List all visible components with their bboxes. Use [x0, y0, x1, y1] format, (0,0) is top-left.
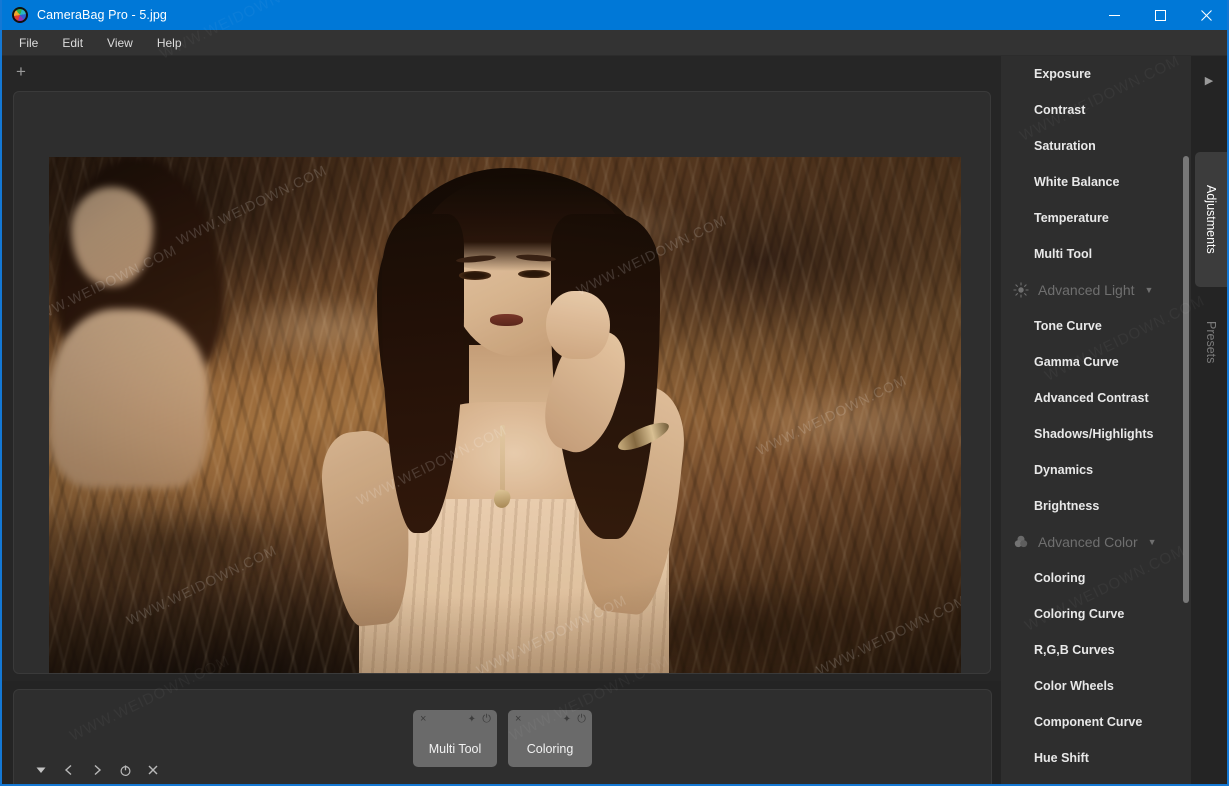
minimize-button[interactable] — [1091, 0, 1137, 30]
maximize-button[interactable] — [1137, 0, 1183, 30]
previous-icon[interactable] — [55, 759, 83, 781]
adjustment-multi-tool[interactable]: Multi Tool — [1001, 236, 1191, 272]
adjustment-label: Gamma Curve — [1034, 355, 1119, 369]
adjustment-label: Exposure — [1034, 67, 1091, 81]
bottom-toolbar — [14, 756, 991, 784]
adjustment-temperature[interactable]: Temperature — [1001, 200, 1191, 236]
image-frame[interactable]: WWW.WEIDOWN.COM WWW.WEIDOWN.COM WWW.WEID… — [13, 91, 991, 674]
adjustment-exposure[interactable]: Exposure — [1001, 56, 1191, 92]
chip-power-icon[interactable]: ⏻ — [577, 714, 586, 725]
menu-item-view[interactable]: View — [96, 32, 144, 54]
color-circles-icon — [1011, 532, 1031, 552]
close-icon[interactable] — [139, 759, 167, 781]
adjustment-group-advanced-light[interactable]: Advanced Light ▼ — [1001, 272, 1191, 308]
adjustment-label: Color Wheels — [1034, 679, 1114, 693]
chip-pin-icon[interactable]: ✦ — [468, 715, 476, 725]
menu-item-file[interactable]: File — [8, 32, 49, 54]
adjustment-coloring[interactable]: Coloring — [1001, 560, 1191, 596]
adjustment-hue-shift[interactable]: Hue Shift — [1001, 740, 1191, 776]
expand-panel-arrow-icon[interactable]: ▶ — [1191, 70, 1227, 90]
menu-bar: File Edit View Help — [2, 30, 1227, 56]
adjustment-gamma-curve[interactable]: Gamma Curve — [1001, 344, 1191, 380]
canvas-toolbar: + — [2, 56, 1003, 91]
tab-adjustments[interactable]: Adjustments — [1195, 152, 1227, 287]
adjustment-label: Dynamics — [1034, 463, 1094, 477]
triangle-down-icon[interactable] — [27, 759, 55, 781]
adjustment-label: White Balance — [1034, 175, 1120, 189]
adjustment-rgb-curves[interactable]: R,G,B Curves — [1001, 632, 1191, 668]
adjustment-label: Component Curve — [1034, 715, 1143, 729]
adjustment-label: Temperature — [1034, 211, 1109, 225]
adjustment-tone-curve[interactable]: Tone Curve — [1001, 308, 1191, 344]
adjustment-label: R,G,B Curves — [1034, 643, 1115, 657]
adjustment-label: Advanced Contrast — [1034, 391, 1149, 405]
sun-icon — [1011, 280, 1031, 300]
chip-label: Coloring — [526, 742, 574, 756]
group-label: Advanced Light — [1038, 282, 1135, 298]
adjustment-shadows-highlights[interactable]: Shadows/Highlights — [1001, 416, 1191, 452]
chip-label: Multi Tool — [428, 742, 482, 756]
adjustments-scrollbar[interactable] — [1181, 56, 1191, 784]
chip-close-icon[interactable]: × — [515, 714, 521, 725]
adjustment-label: Coloring Curve — [1034, 607, 1125, 621]
adjustment-label: Hue Shift — [1034, 751, 1089, 765]
chip-pin-icon[interactable]: ✦ — [563, 715, 571, 725]
adjustment-label: Contrast — [1034, 103, 1086, 117]
tab-label: Presets — [1204, 320, 1218, 364]
adjustments-panel: Exposure Contrast Saturation White Balan… — [1001, 56, 1227, 784]
app-icon — [12, 7, 28, 23]
window-title: CameraBag Pro - 5.jpg — [37, 8, 167, 22]
adjustment-brightness[interactable]: Brightness — [1001, 488, 1191, 524]
adjustment-label: Multi Tool — [1034, 247, 1093, 261]
adjustment-label: Coloring — [1034, 571, 1086, 585]
title-bar: CameraBag Pro - 5.jpg — [2, 0, 1227, 30]
tab-presets[interactable]: Presets — [1195, 292, 1227, 392]
photo-preview[interactable]: WWW.WEIDOWN.COM WWW.WEIDOWN.COM WWW.WEID… — [49, 157, 961, 673]
scrollbar-thumb[interactable] — [1183, 156, 1189, 603]
adjustment-white-balance[interactable]: White Balance — [1001, 164, 1191, 200]
adjustment-group-advanced-color[interactable]: Advanced Color ▼ — [1001, 524, 1191, 560]
canvas-panel: + — [2, 56, 1003, 681]
adjustment-saturation[interactable]: Saturation — [1001, 128, 1191, 164]
application-window: CameraBag Pro - 5.jpg File Edit View Hel… — [0, 0, 1229, 786]
photo-sepia-tint — [49, 157, 961, 673]
adjustment-coloring-curve[interactable]: Coloring Curve — [1001, 596, 1191, 632]
window-controls — [1091, 0, 1227, 30]
group-label: Advanced Color — [1038, 534, 1138, 550]
adjustment-label: Brightness — [1034, 499, 1100, 513]
panel-tab-rail: ▶ Adjustments Presets — [1191, 56, 1227, 784]
adjustment-contrast[interactable]: Contrast — [1001, 92, 1191, 128]
power-icon[interactable] — [111, 759, 139, 781]
adjustment-color-wheels[interactable]: Color Wheels — [1001, 668, 1191, 704]
adjustment-label: Tone Curve — [1034, 319, 1102, 333]
menu-item-help[interactable]: Help — [146, 32, 193, 54]
adjustment-label: Saturation — [1034, 139, 1096, 153]
add-icon[interactable]: + — [13, 63, 29, 80]
menu-item-edit[interactable]: Edit — [51, 32, 94, 54]
main-column: + × ✦ ⏻ Multi Tool × ✦ ⏻ Coloring — [2, 56, 1003, 784]
adjustment-label: Shadows/Highlights — [1034, 427, 1154, 441]
adjustments-list[interactable]: Exposure Contrast Saturation White Balan… — [1001, 56, 1191, 784]
adjustment-component-curve[interactable]: Component Curve — [1001, 704, 1191, 740]
adjustment-advanced-contrast[interactable]: Advanced Contrast — [1001, 380, 1191, 416]
adjustment-dynamics[interactable]: Dynamics — [1001, 452, 1191, 488]
chip-close-icon[interactable]: × — [420, 714, 426, 725]
chevron-down-icon[interactable]: ▼ — [1145, 285, 1154, 295]
chevron-down-icon[interactable]: ▼ — [1148, 537, 1157, 547]
chip-power-icon[interactable]: ⏻ — [482, 714, 491, 725]
tab-label: Adjustments — [1204, 185, 1218, 254]
next-icon[interactable] — [83, 759, 111, 781]
filter-stack-panel: × ✦ ⏻ Multi Tool × ✦ ⏻ Coloring — [13, 689, 992, 784]
close-button[interactable] — [1183, 0, 1227, 30]
